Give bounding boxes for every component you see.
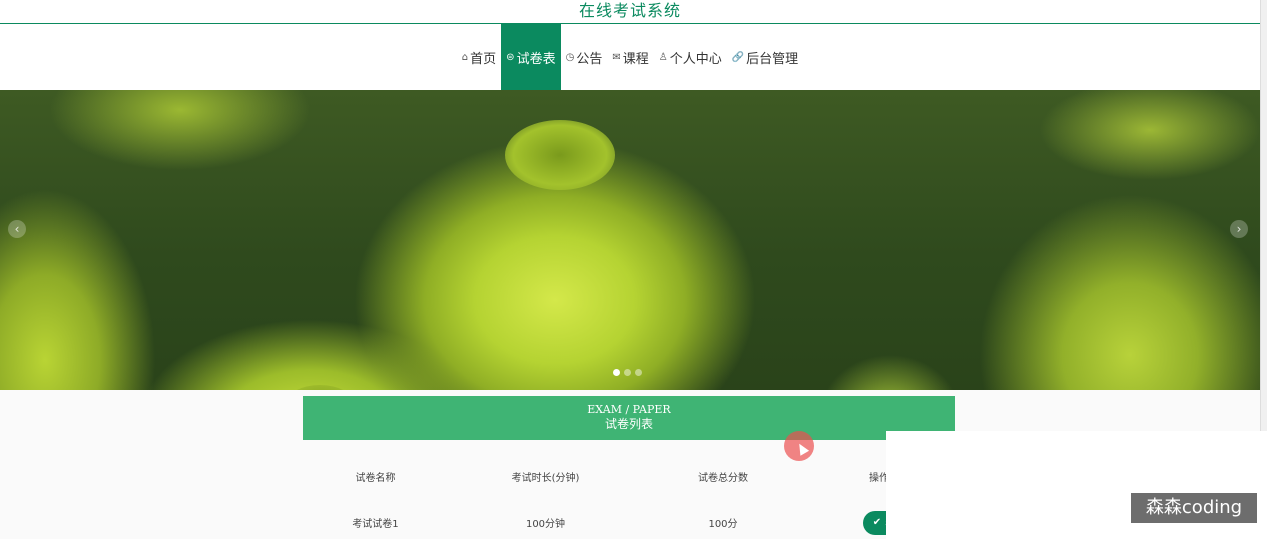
carousel-prev-icon[interactable]: ‹ bbox=[8, 220, 26, 238]
section-title-cn: 试卷列表 bbox=[604, 417, 653, 431]
nav-item-label: 公告 bbox=[576, 51, 603, 67]
carousel-dot[interactable] bbox=[624, 369, 631, 376]
site-header: 在线考试系统 bbox=[0, 0, 1260, 24]
section-header: EXAM / PAPER 试卷列表 bbox=[303, 396, 955, 440]
carousel-indicators bbox=[613, 369, 642, 376]
site-title: 在线考试系统 bbox=[578, 1, 681, 20]
nav-item-course[interactable]: ✉ 课程 bbox=[607, 24, 653, 90]
carousel-dot[interactable] bbox=[613, 369, 620, 376]
mail-icon: ✉ bbox=[612, 51, 621, 63]
carousel-dot[interactable] bbox=[635, 369, 642, 376]
banner-image-detail bbox=[285, 385, 355, 390]
home-icon: ⌂ bbox=[461, 51, 469, 63]
exam-table: 试卷名称 考试时长(分钟) 试卷总分数 操作 考试试卷1 100分钟 100分 … bbox=[303, 452, 955, 539]
clock-icon: ◷ bbox=[565, 51, 575, 63]
nav-item-label: 试卷表 bbox=[516, 51, 556, 67]
banner-carousel: ‹ › bbox=[0, 90, 1260, 390]
nav-item-notice[interactable]: ◷ 公告 bbox=[561, 24, 608, 90]
nav-item-paper[interactable]: ⊜ 试卷表 bbox=[501, 24, 561, 90]
table-row: 考试试卷1 100分钟 100分 ✔ 考试 bbox=[303, 500, 955, 539]
watermark: 森森coding bbox=[1131, 493, 1257, 523]
user-icon: ♙ bbox=[658, 51, 668, 63]
paper-name: 考试试卷1 bbox=[352, 519, 399, 530]
column-header: 考试时长(分钟) bbox=[511, 472, 580, 484]
nav-item-label: 首页 bbox=[470, 51, 497, 67]
shield-check-icon: ✔ bbox=[872, 517, 882, 528]
scrollbar[interactable] bbox=[1260, 0, 1267, 431]
main-nav: ⌂ 首页 ⊜ 试卷表 ◷ 公告 ✉ 课程 ♙ 个人中心 🔗 后台管理 bbox=[0, 24, 1260, 90]
paper-duration: 100分钟 bbox=[525, 519, 566, 530]
nav-item-admin[interactable]: 🔗 后台管理 bbox=[727, 24, 803, 90]
table-header-row: 试卷名称 考试时长(分钟) 试卷总分数 操作 bbox=[303, 452, 955, 500]
banner-image bbox=[505, 120, 615, 190]
section-title-en: EXAM / PAPER bbox=[587, 403, 671, 416]
nav-item-label: 个人中心 bbox=[669, 51, 722, 67]
nav-item-label: 后台管理 bbox=[746, 51, 799, 67]
paper-icon: ⊜ bbox=[506, 51, 515, 63]
column-header: 试卷名称 bbox=[355, 472, 396, 484]
nav-item-profile[interactable]: ♙ 个人中心 bbox=[654, 24, 727, 90]
link-icon: 🔗 bbox=[731, 51, 745, 63]
carousel-next-icon[interactable]: › bbox=[1230, 220, 1248, 238]
column-header: 试卷总分数 bbox=[698, 472, 748, 484]
paper-score: 100分 bbox=[708, 519, 738, 530]
nav-item-label: 课程 bbox=[622, 51, 649, 67]
nav-item-home[interactable]: ⌂ 首页 bbox=[457, 24, 501, 90]
